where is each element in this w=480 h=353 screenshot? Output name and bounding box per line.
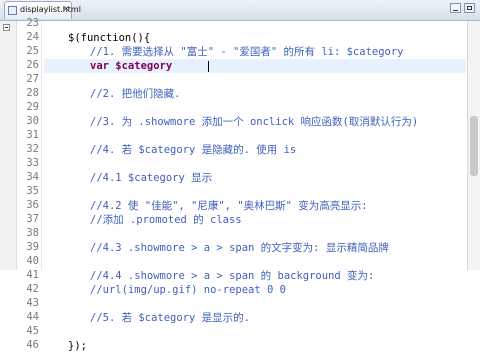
code-line[interactable] [44,185,466,199]
line-number: 30 [26,115,39,127]
code-line[interactable]: //添加 .promoted 的 class [44,213,466,227]
annotation-ruler [0,21,17,270]
code-line[interactable]: //5. 若 $category 是显示的. [44,311,466,325]
tab-label: displaylist.html [20,5,81,14]
code-comment: //添加 .promoted 的 class [90,214,242,226]
collapse-icon[interactable] [3,24,10,31]
close-icon[interactable]: × [63,4,70,13]
code-line[interactable] [44,227,466,241]
code-comment: //4.1 $category 显示 [90,172,213,184]
line-number: 29 [26,101,39,113]
line-number: 46 [26,339,39,351]
line-number: 26 [26,59,39,71]
code-comment: //url(img/up.gif) no-repeat 0 0 [90,284,286,296]
code-comment: //3. 为 .showmore 添加一个 onclick 响应函数(取消默认行… [90,116,419,128]
line-number: 25 [26,45,39,57]
code-text: }); [68,340,87,352]
line-number: 23 [26,17,39,29]
line-number: 35 [26,185,39,197]
code-line[interactable] [44,255,466,269]
line-number: 33 [26,157,39,169]
code-line[interactable] [44,157,466,171]
line-number: 32 [26,143,39,155]
line-number: 34 [26,171,39,183]
maximize-icon[interactable] [464,3,475,13]
code-line[interactable]: //4. 若 $category 是隐藏的. 使用 is [44,143,466,157]
scrollbar-thumb[interactable] [470,116,478,176]
line-number: 45 [26,325,39,337]
code-comment: //1. 需要选择从 "富士" - "爱国者" 的所有 li: $categor… [90,46,404,58]
line-number: 24 [26,31,39,43]
code-line[interactable]: //url(img/up.gif) no-repeat 0 0 [44,283,466,297]
vertical-scrollbar[interactable] [467,21,480,270]
line-number: 38 [26,227,39,239]
code-line[interactable]: //3. 为 .showmore 添加一个 onclick 响应函数(取消默认行… [44,115,466,129]
code-comment: //4.3 .showmore > a > span 的文字变为: 显示精简品牌 [90,242,389,254]
html-file-icon [8,6,17,15]
line-number: 36 [26,199,39,211]
text-cursor [208,61,209,72]
code-line[interactable]: //4.2 使 "佳能", "尼康", "奥林巴斯" 变为高亮显示: [44,199,466,213]
code-line[interactable]: //4.4 .showmore > a > span 的 background … [44,269,466,283]
code-comment: //4.2 使 "佳能", "尼康", "奥林巴斯" 变为高亮显示: [90,200,368,212]
code-line[interactable]: //2. 把他们隐藏. [44,87,466,101]
code-comment: //2. 把他们隐藏. [90,88,181,100]
code-text: var $category [90,60,173,72]
code-editor[interactable]: $(function(){ //1. 需要选择从 "富士" - "爱国者" 的所有… [44,21,466,352]
code-line[interactable]: $(function(){ [44,31,466,45]
line-number-gutter: 23 24 25 26 27 28 29 30 31 32 33 34 35 36 37 38 39 40 41 42… [17,17,42,351]
code-line[interactable] [44,101,466,115]
code-line[interactable] [44,73,466,87]
line-number: 43 [26,297,39,309]
line-number: 31 [26,129,39,141]
line-number: 27 [26,73,39,85]
code-comment: //4.4 .showmore > a > span 的 background … [90,270,375,282]
line-number: 39 [26,241,39,253]
code-comment: //4. 若 $category 是隐藏的. 使用 is [90,144,297,156]
code-line[interactable]: //1. 需要选择从 "富士" - "爱国者" 的所有 li: $categor… [44,45,466,59]
line-number: 28 [26,87,39,99]
code-line[interactable]: //4.3 .showmore > a > span 的文字变为: 显示精简品牌 [44,241,466,255]
code-line[interactable]: }); [44,339,466,353]
line-number: 42 [26,283,39,295]
line-number: 37 [26,213,39,225]
code-line[interactable]: //4.1 $category 显示 [44,171,466,185]
code-comment: //5. 若 $category 是显示的. [90,312,250,324]
line-number: 40 [26,255,39,267]
current-line[interactable]: var $category [44,59,466,73]
code-line[interactable] [44,297,466,311]
minimize-icon[interactable] [450,3,461,13]
code-line[interactable] [44,129,466,143]
code-line[interactable] [44,325,466,339]
code-text: $(function(){ [68,32,151,44]
code-line[interactable] [44,17,466,31]
line-number: 44 [26,311,39,323]
line-number: 41 [26,269,39,281]
